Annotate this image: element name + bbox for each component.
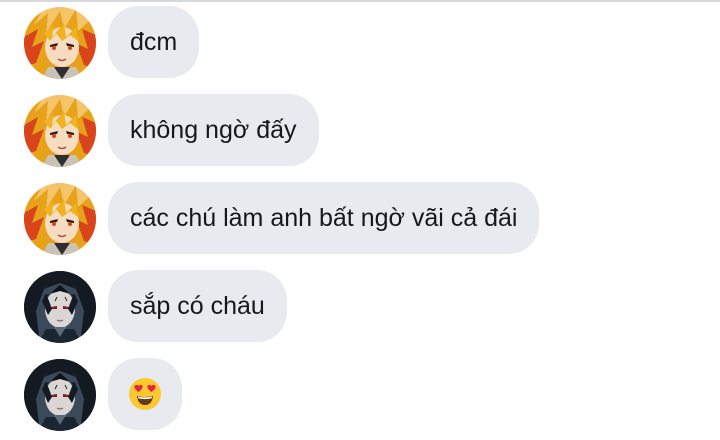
message-row: các chú làm anh bất ngờ vãi cả đái [0, 182, 720, 256]
message-bubble[interactable]: không ngờ đấy [108, 94, 319, 166]
message-row: đcm [0, 6, 720, 80]
message-bubble[interactable]: các chú làm anh bất ngờ vãi cả đái [108, 182, 540, 254]
message-bubble[interactable]: đcm [108, 6, 200, 78]
dark-hair-avatar[interactable] [24, 359, 96, 431]
message-text: đcm [130, 27, 178, 56]
flame-hair-avatar[interactable] [24, 95, 96, 167]
heart-eyes-emoji [128, 377, 162, 411]
flame-hair-avatar[interactable] [24, 7, 96, 79]
message-thread: đcm không ngờ đấy các chú làm anh bất ng… [0, 0, 720, 440]
message-bubble[interactable] [108, 358, 182, 430]
message-text: không ngờ đấy [130, 115, 297, 144]
dark-hair-avatar[interactable] [24, 271, 96, 343]
flame-hair-avatar[interactable] [24, 183, 96, 255]
message-bubble[interactable]: sắp có cháu [108, 270, 287, 342]
message-text: các chú làm anh bất ngờ vãi cả đái [130, 203, 518, 232]
message-row [0, 358, 720, 432]
message-row: sắp có cháu [0, 270, 720, 344]
message-row: không ngờ đấy [0, 94, 720, 168]
message-text: sắp có cháu [130, 291, 265, 320]
